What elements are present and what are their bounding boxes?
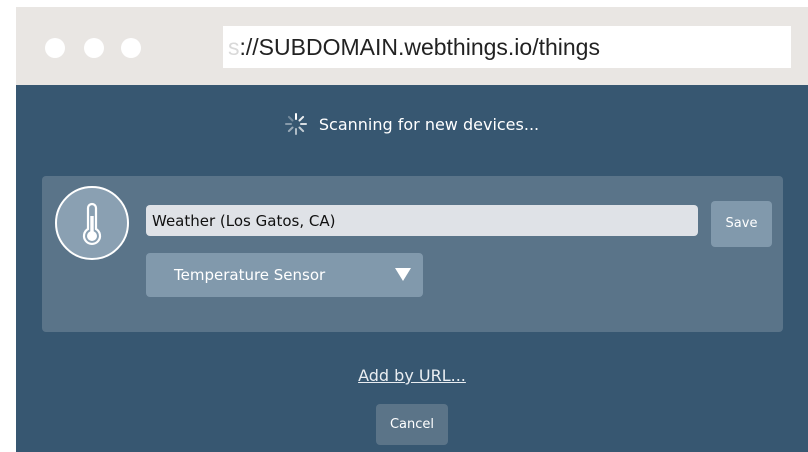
url-text: ://SUBDOMAIN.webthings.io/things — [239, 34, 600, 60]
add-things-screen: Scanning for new devices... Save Tempera… — [16, 85, 808, 452]
caret-down-icon — [395, 268, 411, 281]
save-button[interactable]: Save — [711, 201, 772, 247]
add-by-url-row: Add by URL... — [16, 365, 808, 387]
new-thing-card: Save Temperature Sensor — [42, 176, 783, 332]
thing-type-value: Temperature Sensor — [174, 266, 326, 284]
thermometer-icon[interactable] — [55, 186, 129, 260]
scan-status: Scanning for new devices... — [16, 113, 808, 137]
browser-chrome: s://SUBDOMAIN.webthings.io/things — [16, 7, 808, 85]
add-by-url-link[interactable]: Add by URL... — [358, 366, 466, 385]
scan-status-text: Scanning for new devices... — [318, 115, 540, 134]
spinner-icon — [284, 113, 307, 135]
window-dot-minimize[interactable] — [84, 38, 104, 58]
window-dot-close[interactable] — [45, 38, 65, 58]
url-faded-prefix: s — [228, 34, 240, 60]
address-bar[interactable]: s://SUBDOMAIN.webthings.io/things — [223, 26, 791, 68]
thing-type-select[interactable]: Temperature Sensor — [146, 253, 423, 297]
screenshot-frame: s://SUBDOMAIN.webthings.io/things Scanni… — [16, 7, 808, 452]
window-dot-maximize[interactable] — [121, 38, 141, 58]
thing-name-input[interactable] — [146, 205, 698, 236]
cancel-button[interactable]: Cancel — [376, 404, 448, 445]
